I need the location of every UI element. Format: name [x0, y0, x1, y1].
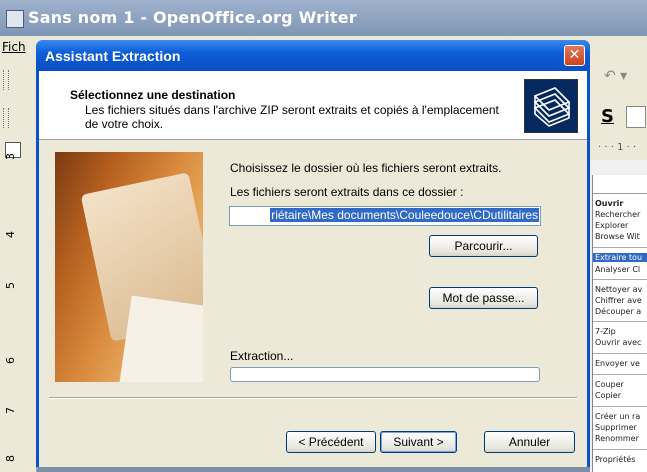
- underline-button[interactable]: S: [601, 106, 614, 127]
- destination-label: Les fichiers seront extraits dans ce dos…: [230, 185, 464, 199]
- ctx-separator: [593, 247, 647, 248]
- ctx-separator: [593, 321, 647, 322]
- ruler-number: 3: [4, 153, 17, 160]
- ctx-item-create-shortcut[interactable]: Créer un ra: [595, 412, 640, 421]
- ctx-item-search[interactable]: Rechercher: [595, 210, 640, 219]
- vertical-ruler: 3 4 5 6 7 8: [0, 136, 37, 472]
- ctx-item-analyze[interactable]: Analyser Cl: [595, 265, 640, 274]
- ruler-number: 5: [4, 282, 17, 289]
- folder-extract-icon: [524, 79, 578, 133]
- browse-button[interactable]: Parcourir...: [429, 235, 538, 257]
- extraction-wizard-dialog: Assistant Extraction ✕ Sélectionnez une …: [36, 40, 590, 467]
- toolbar-grip-1[interactable]: [3, 70, 9, 90]
- dialog-titlebar[interactable]: Assistant Extraction ✕: [36, 40, 590, 71]
- ctx-item-rename[interactable]: Renommer: [595, 434, 639, 443]
- ruler-number: 8: [4, 455, 17, 462]
- extraction-progress-bar: [230, 367, 540, 382]
- ctx-separator: [593, 279, 647, 280]
- toolbar-grip-2[interactable]: [3, 108, 9, 128]
- menu-fichier[interactable]: Fich: [2, 40, 26, 54]
- context-menu: Ouvrir Rechercher Explorer Browse Wit Ex…: [592, 175, 647, 472]
- previous-button[interactable]: < Précédent: [286, 431, 376, 453]
- ctx-item-cut[interactable]: Couper: [595, 380, 624, 389]
- ctx-separator: [593, 449, 647, 450]
- wizard-side-image: [55, 152, 203, 382]
- ctx-item-encrypt[interactable]: Chiffrer ave: [595, 296, 642, 305]
- ctx-separator: [593, 353, 647, 354]
- ruler-number: 6: [4, 357, 17, 364]
- cancel-button[interactable]: Annuler: [484, 431, 575, 453]
- dialog-title: Assistant Extraction: [45, 48, 181, 64]
- writer-titlebar: Sans nom 1 - OpenOffice.org Writer: [0, 0, 647, 36]
- ctx-item-copy[interactable]: Copier: [595, 391, 621, 400]
- context-menu-header: [593, 175, 647, 194]
- footer-separator: [49, 397, 577, 399]
- close-button[interactable]: ✕: [564, 45, 585, 66]
- step-title: Sélectionnez une destination: [70, 88, 236, 102]
- ctx-separator: [593, 406, 647, 407]
- ctx-item-browse-with[interactable]: Browse Wit: [595, 232, 640, 241]
- ruler-number: 4: [4, 231, 17, 238]
- hruler-ticks: · · · 1 · ·: [598, 142, 637, 153]
- ctx-item-open[interactable]: Ouvrir: [595, 199, 623, 208]
- writer-app-icon: [6, 10, 24, 28]
- ctx-item-clean[interactable]: Nettoyer av: [595, 285, 642, 294]
- undo-icon[interactable]: ↶ ▾: [604, 68, 627, 84]
- ctx-item-properties[interactable]: Propriétés: [595, 455, 635, 464]
- wizard-header: Sélectionnez une destination Les fichier…: [39, 71, 587, 140]
- destination-path-input[interactable]: riétaire\Mes documents\Couleedouce\CDuti…: [229, 206, 541, 226]
- ctx-item-split[interactable]: Découper a: [595, 307, 641, 316]
- ctx-item-send-to[interactable]: Envoyer ve: [595, 359, 640, 368]
- next-button[interactable]: Suivant >: [380, 431, 457, 453]
- password-button[interactable]: Mot de passe...: [429, 287, 538, 309]
- extraction-label: Extraction...: [230, 349, 294, 363]
- destination-path-value: riétaire\Mes documents\Couleedouce\CDuti…: [270, 208, 539, 222]
- dialog-body: Sélectionnez une destination Les fichier…: [39, 71, 587, 467]
- choose-folder-label: Choisissez le dossier où les fichiers se…: [230, 161, 502, 175]
- ctx-item-7zip[interactable]: 7-Zip: [595, 327, 616, 336]
- writer-title: Sans nom 1 - OpenOffice.org Writer: [28, 8, 357, 27]
- ctx-item-open-with[interactable]: Ouvrir avec: [595, 338, 641, 347]
- ruler-number: 7: [4, 407, 17, 414]
- ctx-item-delete[interactable]: Supprimer: [595, 423, 637, 432]
- step-description: Les fichiers situés dans l'archive ZIP s…: [85, 103, 499, 131]
- ctx-item-extract-all[interactable]: Extraire tou: [593, 253, 647, 262]
- ctx-separator: [593, 374, 647, 375]
- horizontal-ruler: · · · 1 · ·: [590, 136, 647, 160]
- ctx-item-explore[interactable]: Explorer: [595, 221, 628, 230]
- align-icon[interactable]: [626, 106, 646, 128]
